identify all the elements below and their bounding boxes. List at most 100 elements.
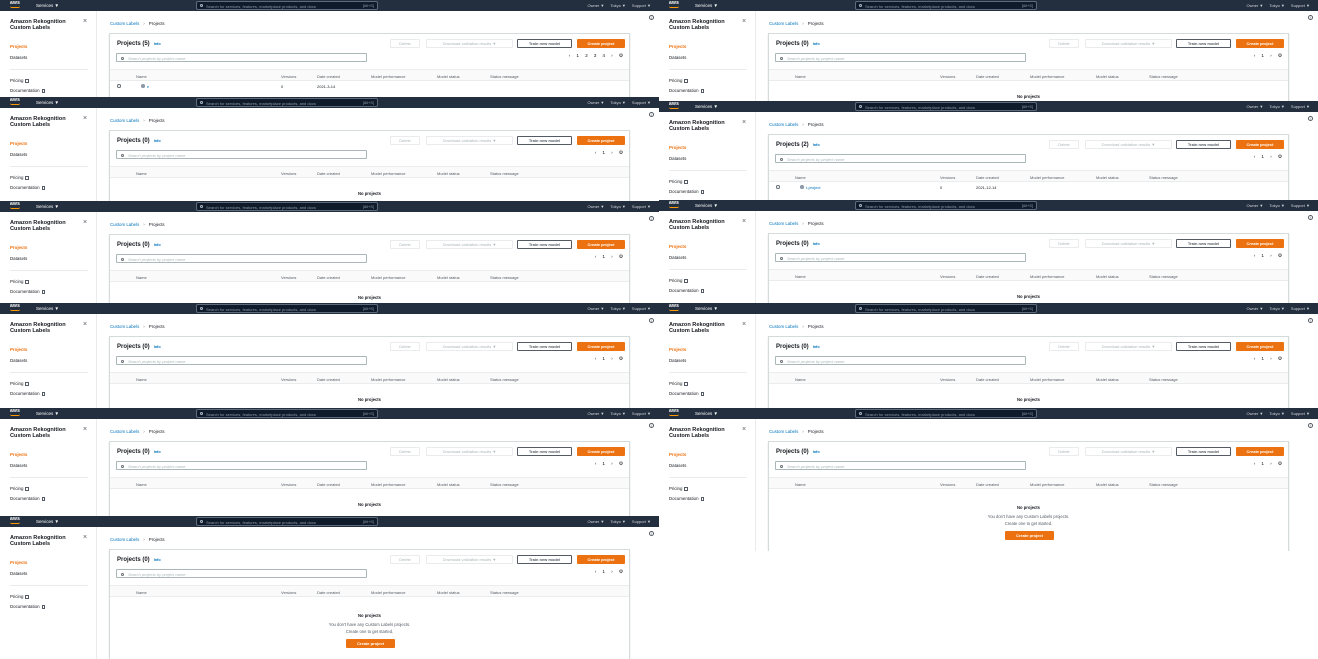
region-menu[interactable]: Tokyo ▼ [1269, 411, 1285, 416]
column-header[interactable]: Name [795, 74, 806, 79]
sidebar-item-documentation[interactable]: Documentation [669, 288, 705, 293]
delete-button[interactable]: Delete [1049, 239, 1079, 248]
project-search-input[interactable]: Search projects by project name [116, 461, 367, 470]
download-validation-results-button[interactable]: Download validation results ▼ [1085, 239, 1172, 248]
breadcrumb-custom-labels[interactable]: Custom Labels [110, 537, 139, 542]
column-header[interactable]: Model status [1096, 377, 1119, 382]
column-header[interactable]: Model performance [371, 275, 405, 280]
column-header[interactable]: Model performance [1030, 482, 1064, 487]
help-icon[interactable]: i [649, 318, 654, 323]
delete-button[interactable]: Delete [1049, 140, 1079, 149]
support-menu[interactable]: Support ▼ [632, 204, 651, 209]
aws-logo[interactable]: aws [669, 102, 679, 109]
column-header[interactable]: Model status [437, 377, 460, 382]
column-header[interactable]: Status message [1149, 377, 1178, 382]
page-number[interactable]: 4 [602, 54, 605, 59]
global-search-input[interactable]: Search for services, features, marketpla… [196, 409, 378, 418]
settings-gear-icon[interactable]: ⚙ [619, 151, 623, 156]
column-header[interactable]: Status message [1149, 274, 1178, 279]
project-search-input[interactable]: Search projects by project name [775, 461, 1026, 470]
column-header[interactable]: Date created [317, 171, 340, 176]
previous-page-icon[interactable]: ‹ [569, 54, 571, 59]
support-menu[interactable]: Support ▼ [1291, 3, 1310, 8]
previous-page-icon[interactable]: ‹ [595, 255, 597, 260]
create-project-button[interactable]: Create project [577, 39, 625, 48]
services-menu[interactable]: Services ▼ [36, 518, 59, 525]
create-project-button[interactable]: Create project [1236, 39, 1284, 48]
page-number[interactable]: 1 [602, 357, 605, 362]
help-icon[interactable]: i [649, 216, 654, 221]
download-validation-results-button[interactable]: Download validation results ▼ [426, 342, 513, 351]
sidebar-item-datasets[interactable]: Datasets [10, 55, 27, 60]
sidebar-item-datasets[interactable]: Datasets [10, 152, 27, 157]
delete-button[interactable]: Delete [390, 39, 420, 48]
delete-button[interactable]: Delete [390, 136, 420, 145]
column-header[interactable]: Model performance [1030, 175, 1064, 180]
sidebar-item-projects[interactable]: Projects [669, 44, 686, 49]
sidebar-item-documentation[interactable]: Documentation [10, 185, 46, 190]
help-icon[interactable]: i [1308, 423, 1313, 428]
page-number[interactable]: 1 [602, 462, 605, 467]
column-header[interactable]: Status message [490, 482, 519, 487]
support-menu[interactable]: Support ▼ [632, 306, 651, 311]
region-menu[interactable]: Tokyo ▼ [1269, 3, 1285, 8]
sidebar-item-documentation[interactable]: Documentation [669, 88, 705, 93]
info-link[interactable]: Info [154, 345, 161, 349]
page-number[interactable]: 3 [594, 54, 597, 59]
column-header[interactable]: Date created [317, 377, 340, 382]
column-header[interactable]: Name [795, 175, 806, 180]
download-validation-results-button[interactable]: Download validation results ▼ [426, 39, 513, 48]
region-menu[interactable]: Tokyo ▼ [610, 204, 626, 209]
project-search-input[interactable]: Search projects by project name [775, 154, 1026, 163]
next-page-icon[interactable]: › [1270, 462, 1272, 467]
global-search-input[interactable]: Search for services, features, marketpla… [196, 304, 378, 313]
download-validation-results-button[interactable]: Download validation results ▼ [1085, 39, 1172, 48]
region-menu[interactable]: Tokyo ▼ [1269, 104, 1285, 109]
global-search-input[interactable]: Search for services, features, marketpla… [196, 202, 378, 211]
close-icon[interactable]: × [83, 426, 87, 433]
sidebar-item-datasets[interactable]: Datasets [669, 156, 686, 161]
page-number[interactable]: 1 [1261, 155, 1264, 160]
column-header[interactable]: Name [136, 74, 147, 79]
settings-gear-icon[interactable]: ⚙ [619, 255, 623, 260]
sidebar-item-pricing[interactable]: Pricing [10, 594, 29, 599]
column-header[interactable]: Status message [1149, 482, 1178, 487]
help-icon[interactable]: i [649, 423, 654, 428]
column-header[interactable]: Model status [1096, 175, 1119, 180]
project-search-input[interactable]: Search projects by project name [116, 150, 367, 159]
column-header[interactable]: Status message [490, 171, 519, 176]
next-page-icon[interactable]: › [611, 54, 613, 59]
column-header[interactable]: Versions [940, 74, 955, 79]
column-header[interactable]: Model status [437, 482, 460, 487]
help-icon[interactable]: i [1308, 318, 1313, 323]
next-page-icon[interactable]: › [611, 255, 613, 260]
global-search-input[interactable]: Search for services, features, marketpla… [855, 1, 1037, 10]
download-validation-results-button[interactable]: Download validation results ▼ [426, 447, 513, 456]
sidebar-item-projects[interactable]: Projects [10, 245, 27, 250]
settings-gear-icon[interactable]: ⚙ [619, 462, 623, 467]
create-project-button[interactable]: Create project [577, 342, 625, 351]
page-number[interactable]: 1 [576, 54, 579, 59]
next-page-icon[interactable]: › [1270, 254, 1272, 259]
sidebar-item-documentation[interactable]: Documentation [10, 289, 46, 294]
column-header[interactable]: Versions [281, 482, 296, 487]
settings-gear-icon[interactable]: ⚙ [1278, 54, 1282, 59]
column-header[interactable]: Model status [437, 74, 460, 79]
column-header[interactable]: Model performance [371, 482, 405, 487]
column-header[interactable]: Status message [1149, 74, 1178, 79]
page-number[interactable]: 1 [602, 255, 605, 260]
column-header[interactable]: Name [136, 377, 147, 382]
region-menu[interactable]: Tokyo ▼ [1269, 203, 1285, 208]
global-search-input[interactable]: Search for services, features, marketpla… [855, 102, 1037, 111]
next-page-icon[interactable]: › [1270, 357, 1272, 362]
train-new-model-button[interactable]: Train new model [517, 447, 572, 456]
sidebar-item-pricing[interactable]: Pricing [10, 78, 29, 83]
services-menu[interactable]: Services ▼ [695, 2, 718, 9]
info-link[interactable]: Info [154, 139, 161, 143]
create-project-button[interactable]: Create project [577, 136, 625, 145]
info-link[interactable]: Info [154, 243, 161, 247]
column-header[interactable]: Versions [281, 275, 296, 280]
sidebar-item-pricing[interactable]: Pricing [10, 279, 29, 284]
close-icon[interactable]: × [742, 426, 746, 433]
region-menu[interactable]: Tokyo ▼ [610, 3, 626, 8]
